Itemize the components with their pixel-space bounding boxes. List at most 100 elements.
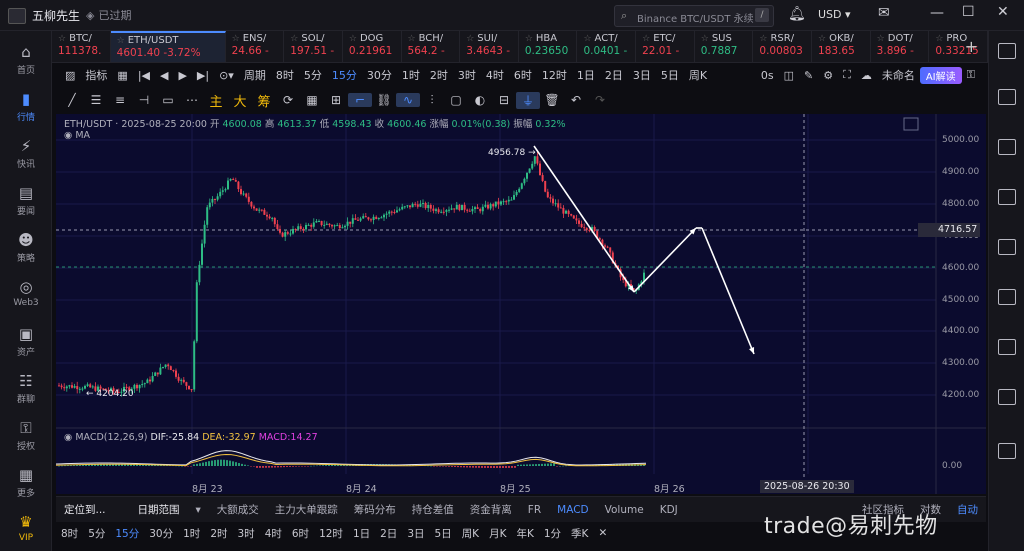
period-2[interactable]: 15分 — [110, 526, 144, 541]
order-book-icon[interactable] — [998, 89, 1016, 105]
interval-6[interactable]: 3时 — [453, 67, 481, 83]
period-14[interactable]: 周K — [457, 526, 484, 541]
period-1[interactable]: 5分 — [83, 526, 110, 541]
magnet-icon[interactable]: ◐ — [468, 93, 492, 107]
period-9[interactable]: 12时 — [314, 526, 348, 541]
indicator-tab-8[interactable]: MACD — [549, 504, 596, 516]
layout-icon[interactable] — [998, 43, 1016, 59]
sidebar-item-9[interactable]: ▦ 更多 — [0, 466, 52, 499]
sidebar-item-0[interactable]: ⌂ 首页 — [0, 43, 52, 76]
delete-icon[interactable]: 🗑︎ — [540, 93, 564, 107]
ticker-tab[interactable]: ☆ ACT/0.0401 - — [577, 31, 637, 62]
zero-s-button[interactable]: 0s — [756, 69, 779, 82]
period-13[interactable]: 5日 — [430, 526, 457, 541]
close-icon[interactable]: ✕ — [997, 4, 1009, 20]
interval-12[interactable]: 3日 — [628, 67, 656, 83]
redo-icon[interactable]: ↷ — [588, 93, 612, 107]
indicator-tab-10[interactable]: KDJ — [652, 504, 686, 516]
cloud-icon[interactable]: ☁ — [856, 69, 877, 82]
search-input[interactable]: ⌕ Binance BTC/USDT 永续 / — [614, 5, 774, 27]
ticker-tab[interactable]: ☆ DOT/3.896 - — [871, 31, 930, 62]
interval-14[interactable]: 周K — [684, 67, 712, 83]
period-button[interactable]: 周期 — [239, 67, 271, 83]
period-16[interactable]: 年K — [511, 526, 538, 541]
ticker-tab[interactable]: ☆ RSR/0.00803 — [753, 31, 813, 62]
indicator-tab-3[interactable]: 主力大单跟踪 — [267, 502, 346, 517]
ticker-tab[interactable]: ☆ SUI/3.4643 - — [460, 31, 519, 62]
camera-icon[interactable]: ◫ — [779, 69, 799, 82]
indicator-tab-5[interactable]: 持仓差值 — [404, 502, 462, 517]
wave-tool-icon[interactable]: ∿ — [396, 93, 420, 107]
note-icon[interactable]: ▢ — [444, 93, 468, 107]
trades-icon[interactable] — [998, 189, 1016, 205]
interval-0[interactable]: 8时 — [271, 67, 299, 83]
ticker-tab[interactable]: ☆ ETH/USDT 4601.40 -3.72% — [110, 31, 226, 62]
ticker-tab[interactable]: ☆ BTC/111378. — [52, 31, 111, 62]
maximize-icon[interactable]: ☐ — [962, 4, 975, 20]
bell-icon[interactable]: 🔔︎ — [788, 6, 806, 22]
interval-7[interactable]: 4时 — [481, 67, 509, 83]
big-order-tool[interactable]: 大 — [228, 91, 252, 110]
ticker-tab[interactable]: ☆ HBA 0.23650 — [519, 31, 578, 62]
ticker-tab[interactable]: ☆ SUS 0.7887 — [695, 31, 754, 62]
star-icon[interactable]: ☆ — [877, 34, 885, 44]
hline-tool-icon[interactable]: ☰ — [84, 93, 108, 107]
period-15[interactable]: 月K — [484, 526, 511, 541]
period-17[interactable]: 1分 — [539, 526, 566, 541]
settings-icon[interactable] — [998, 389, 1016, 405]
period-0[interactable]: 8时 — [56, 526, 83, 541]
star-icon[interactable]: ☆ — [642, 34, 650, 44]
indicator-tab-9[interactable]: Volume — [597, 504, 652, 516]
rect-tool-icon[interactable]: ▭ — [156, 93, 180, 107]
unnamed-layout[interactable]: 未命名 — [877, 67, 920, 83]
layout-grid-icon[interactable]: ⚿ — [962, 68, 980, 82]
mail-icon[interactable]: ✉ — [878, 5, 890, 21]
interval-13[interactable]: 5日 — [656, 67, 684, 83]
ray-tool-icon[interactable]: ⊣ — [132, 93, 156, 107]
period-18[interactable]: 季K — [566, 526, 593, 541]
interval-1[interactable]: 5分 — [299, 67, 327, 83]
interval-4[interactable]: 1时 — [397, 67, 425, 83]
sidebar-item-8[interactable]: ⚿ 授权 — [0, 419, 52, 452]
ticker-tab[interactable]: ☆ DOG 0.21961 — [343, 31, 402, 62]
star-icon[interactable]: ☆ — [701, 34, 709, 44]
star-icon[interactable]: ☆ — [408, 34, 416, 44]
calendar-icon[interactable]: ▦ — [112, 69, 132, 82]
ai-analysis-button[interactable]: AI解读 — [919, 66, 962, 84]
sidebar-item-1[interactable]: ▮ 行情 — [0, 90, 52, 123]
period-8[interactable]: 6时 — [287, 526, 314, 541]
period-10[interactable]: 1日 — [348, 526, 375, 541]
close-period-icon[interactable]: ✕ — [593, 527, 612, 539]
calendar-icon[interactable] — [998, 289, 1016, 305]
interval-5[interactable]: 2时 — [425, 67, 453, 83]
star-icon[interactable]: ☆ — [58, 34, 66, 44]
ticker-tab[interactable]: ☆ PRO 0.33215 — [929, 31, 988, 62]
undo-icon[interactable]: ↶ — [564, 93, 588, 107]
candle-tool-icon[interactable]: ⫶ — [420, 93, 444, 108]
star-icon[interactable]: ☆ — [290, 34, 298, 44]
interval-11[interactable]: 2日 — [600, 67, 628, 83]
macd-indicator-label[interactable]: ◉ MACD(12,26,9) DIF:-25.84 DEA:-32.97 MA… — [64, 432, 318, 443]
prev-icon[interactable]: ◀ — [155, 69, 173, 82]
indicator-tab-0[interactable]: 定位到... — [56, 502, 114, 517]
interval-8[interactable]: 6时 — [509, 67, 537, 83]
period-11[interactable]: 2日 — [375, 526, 402, 541]
clock-icon[interactable]: ⊙▾ — [214, 69, 239, 82]
sidebar-item-2[interactable]: ⚡ 快讯 — [0, 137, 52, 170]
alert-icon[interactable] — [998, 239, 1016, 255]
main-force-tool[interactable]: 主 — [204, 91, 228, 110]
ticker-tab[interactable]: ☆ BCH/564.2 - — [402, 31, 461, 62]
interval-9[interactable]: 12时 — [537, 67, 572, 83]
news-icon[interactable] — [998, 339, 1016, 355]
expired-badge[interactable]: ◈ 已过期 — [86, 7, 131, 23]
period-7[interactable]: 4时 — [260, 526, 287, 541]
ticker-tab[interactable]: ☆ OKB/183.65 — [812, 31, 871, 62]
sidebar-item-10[interactable]: ♛ VIP — [0, 513, 52, 543]
parallel-tool-icon[interactable]: ≡ — [108, 93, 132, 107]
replay-icon[interactable]: ⟳ — [276, 93, 300, 107]
depth-icon[interactable] — [998, 139, 1016, 155]
indicator-tab-4[interactable]: 筹码分布 — [346, 502, 404, 517]
star-icon[interactable]: ☆ — [525, 34, 533, 44]
period-3[interactable]: 30分 — [144, 526, 178, 541]
sidebar-item-6[interactable]: ▣ 资产 — [0, 325, 52, 358]
